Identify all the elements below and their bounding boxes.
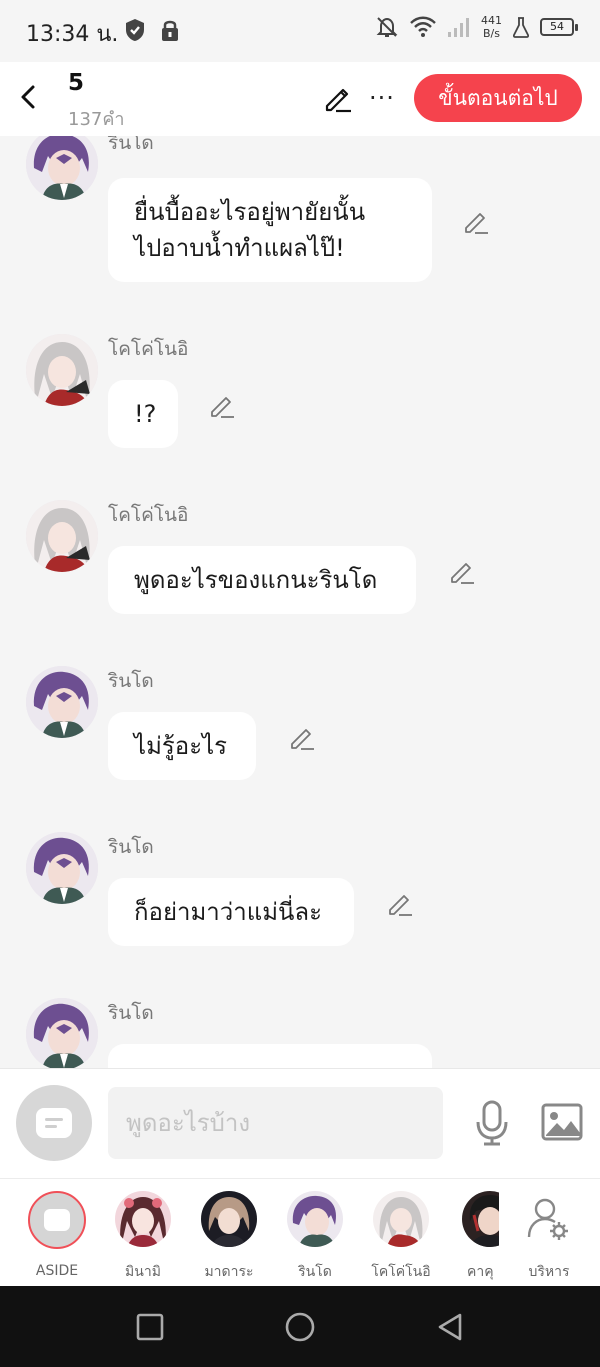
chat-bubble-icon [36,1108,72,1138]
chat-message: โคโค่โนอิ พูดอะไรของแกนะรินโด [0,500,600,620]
character-madara[interactable]: มาดาระ [189,1191,269,1283]
message-bubble[interactable]: ไม่รู้อะไร [108,712,256,780]
message-bubble[interactable]: พูดอะไรของแกนะรินโด [108,546,416,614]
wifi-icon [410,16,436,37]
edit-message-icon[interactable] [288,724,316,752]
avatar-rindo[interactable] [26,998,98,1068]
avatar-rindo[interactable] [26,666,98,738]
message-text-line: ไปอาบน้ำทำแผลไป๊! [134,234,345,262]
status-time: 13:34 น. [26,22,119,47]
avatar [521,1191,577,1247]
home-icon[interactable] [284,1311,316,1343]
status-right-icons: 441 B/s 54 [375,14,578,40]
bell-off-icon [376,17,398,37]
sender-name: รินโด [108,136,154,154]
edit-message-icon[interactable] [386,890,414,918]
avatar-rindo[interactable] [26,832,98,904]
flask-icon [512,17,530,38]
character-kaku[interactable]: คาคุ [447,1191,499,1283]
edit-message-icon[interactable] [448,558,476,586]
microphone-icon[interactable] [470,1099,514,1147]
character-label: บริหาร [528,1264,570,1280]
sender-name: รินโด [108,670,154,692]
character-kokonoi[interactable]: โคโค่โนอิ [361,1191,441,1283]
recent-apps-icon[interactable] [134,1311,166,1343]
chat-header: 5 137คำ ··· ขั้นตอนต่อไป [0,62,600,136]
network-speed-value: 441 [481,14,502,27]
avatar [115,1191,171,1247]
chat-bubble-icon [44,1209,70,1231]
character-rindo[interactable]: รินโด [275,1191,355,1283]
story-title: 5 [68,70,85,96]
status-left-icons [124,18,180,42]
word-count: 137คำ [68,109,125,130]
edit-message-icon[interactable] [208,392,236,420]
message-text-line: พูดอะไรของแกนะรินโด [134,566,378,594]
avatar [201,1191,257,1247]
back-icon[interactable] [434,1311,466,1343]
system-navigation-bar [0,1286,600,1367]
avatar-kokonoi[interactable] [26,500,98,572]
network-speed: 441 B/s [481,14,502,40]
message-input-bar [0,1068,600,1178]
character-label: มินามิ [125,1264,161,1280]
message-bubble[interactable]: !? [108,380,178,448]
sender-name: รินโด [108,1002,154,1024]
battery-indicator: 54 [540,18,578,36]
avatar [287,1191,343,1247]
message-bubble[interactable]: ก็อย่ามาว่าแม่นี่ละ [108,878,354,946]
message-text-line: ยื่นบื้ออะไรอยู่พายัยนั้น [134,198,366,226]
chat-message-list[interactable]: รินโด ยื่นบื้ออะไรอยู่พายัยนั้น ไปอาบน้ำ… [0,136,600,1068]
message-input[interactable] [108,1087,443,1159]
signal-icon [448,18,469,37]
aside-avatar [28,1191,86,1249]
manage-characters[interactable]: บริหาร [509,1191,589,1283]
chat-message: รินโด ไม่รู้อะไร [0,666,600,786]
more-options-button[interactable]: ··· [366,84,398,112]
avatar-rindo[interactable] [26,136,98,200]
image-upload-icon[interactable] [540,1101,584,1143]
character-label: รินโด [298,1264,332,1280]
sender-name: รินโด [108,836,154,858]
next-step-button[interactable]: ขั้นตอนต่อไป [414,74,582,122]
sender-name: โคโค่โนอิ [108,504,189,526]
lock-icon [162,20,178,41]
message-bubble[interactable]: ยื่นบื้ออะไรอยู่พายัยนั้น ไปอาบน้ำทำแผลไ… [108,178,432,282]
character-aside[interactable]: ASIDE [17,1191,97,1279]
edit-pencil-icon[interactable] [322,82,354,114]
status-bar: 13:34 น. 441 B/s 54 [0,0,600,62]
chat-message: โคโค่โนอิ !? [0,334,600,454]
message-text-line: ก็อย่ามาว่าแม่นี่ละ [134,898,323,926]
character-label: โคโค่โนอิ [371,1264,431,1280]
character-selector: ASIDE มินามิ มาดาระ รินโด โคโค่โนอิ คาคุ [0,1178,600,1286]
character-label: ASIDE [35,1263,79,1279]
chat-message: รินโด [0,998,600,1068]
message-text-line: !? [134,400,157,428]
message-bubble[interactable] [108,1044,432,1068]
user-settings-icon [527,1198,568,1240]
character-label: คาคุ [467,1264,494,1280]
sender-name: โคโค่โนอิ [108,338,189,360]
back-arrow-icon[interactable] [14,82,44,112]
shield-icon [126,19,144,41]
aside-toggle-button[interactable] [16,1085,92,1161]
character-label: มาดาระ [204,1264,254,1280]
edit-message-icon[interactable] [462,208,490,236]
avatar-kokonoi[interactable] [26,334,98,406]
chat-message: รินโด ก็อย่ามาว่าแม่นี่ละ [0,832,600,952]
network-speed-unit: B/s [483,27,500,40]
message-text-line: ไม่รู้อะไร [134,732,228,760]
character-minami[interactable]: มินามิ [103,1191,183,1283]
avatar [462,1191,499,1247]
chat-message: รินโด ยื่นบื้ออะไรอยู่พายัยนั้น ไปอาบน้ำ… [0,136,600,288]
avatar [373,1191,429,1247]
